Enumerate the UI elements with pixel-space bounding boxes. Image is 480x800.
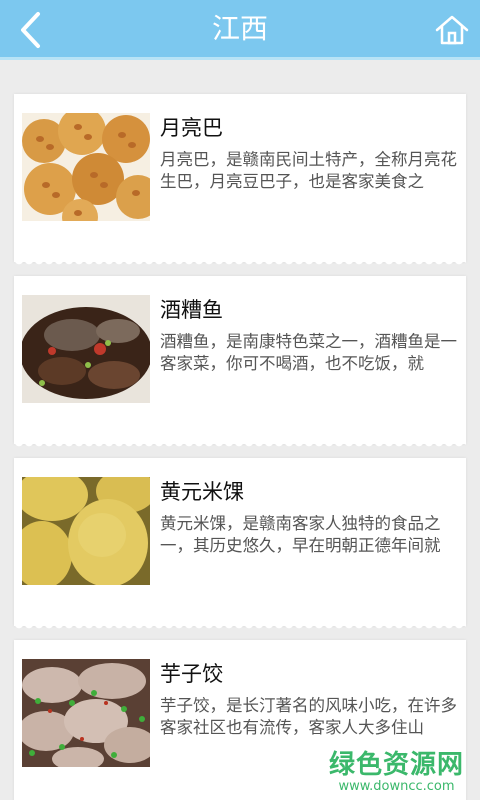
peanut-cracker-image <box>22 113 150 221</box>
home-button[interactable] <box>432 10 472 50</box>
yellow-rice-cake-image <box>22 477 150 585</box>
item-description: 芋子饺，是长汀著名的风味小吃，在许多客家社区也有流传，客家人大多住山 <box>160 695 458 743</box>
watermark-logo: 绿色资源网 www.downcc.com <box>329 744 464 794</box>
top-bar: 江西 <box>0 0 480 60</box>
home-icon <box>435 15 469 45</box>
item-description: 酒糟鱼，是南康特色菜之一，酒糟鱼是一客家菜，你可不喝酒，也不吃饭，就 <box>160 331 458 379</box>
item-description: 黄元米馃，是赣南客家人独特的食品之一，其历史悠久，早在明朝正德年间就 <box>160 513 458 561</box>
item-description: 月亮巴，是赣南民间土特产，全称月亮花生巴，月亮豆巴子，也是客家美食之 <box>160 149 458 197</box>
taro-dumpling-image <box>22 659 150 767</box>
list-item[interactable]: 酒糟鱼 酒糟鱼，是南康特色菜之一，酒糟鱼是一客家菜，你可不喝酒，也不吃饭，就 <box>14 276 466 450</box>
watermark-url: www.downcc.com <box>338 779 455 794</box>
page-title: 江西 <box>211 12 268 45</box>
item-name: 酒糟鱼 <box>160 298 223 322</box>
item-name: 芋子饺 <box>160 662 223 686</box>
item-name: 月亮巴 <box>160 116 223 140</box>
wine-fish-image <box>22 295 150 403</box>
watermark-text: 绿色资源网 <box>328 750 464 780</box>
list-item[interactable]: 黄元米馃 黄元米馃，是赣南客家人独特的食品之一，其历史悠久，早在明朝正德年间就 <box>14 458 466 632</box>
item-name: 黄元米馃 <box>160 480 244 504</box>
list-item[interactable]: 月亮巴 月亮巴，是赣南民间土特产，全称月亮花生巴，月亮豆巴子，也是客家美食之 <box>14 94 466 268</box>
